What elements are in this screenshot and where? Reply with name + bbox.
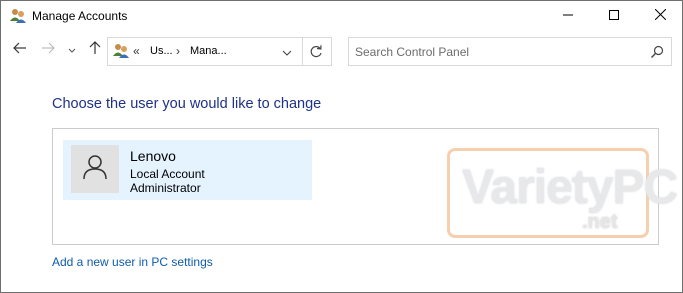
user-icon [82, 154, 108, 185]
users-list-panel: Lenovo Local Account Administrator Varie… [52, 128, 678, 245]
close-button[interactable] [637, 1, 683, 31]
search-input[interactable] [355, 42, 635, 62]
window-title: Manage Accounts [32, 9, 128, 23]
watermark-text: VarietyPC [462, 161, 678, 214]
chevron-down-icon[interactable] [280, 46, 294, 58]
address-bar[interactable]: « Us... › Mana... [107, 37, 332, 66]
forward-button[interactable] [40, 42, 56, 58]
recent-locations-button[interactable] [64, 42, 80, 58]
maximize-icon [609, 7, 619, 25]
user-role: Administrator [130, 181, 201, 195]
user-account-type: Local Account [130, 167, 205, 181]
arrow-left-icon [13, 41, 27, 59]
maximize-button[interactable] [591, 1, 637, 31]
search-box[interactable] [348, 37, 672, 66]
watermark-logo: VarietyPC .net [447, 148, 678, 238]
breadcrumb-overflow-button[interactable]: « [133, 44, 140, 58]
up-button[interactable] [87, 40, 103, 60]
breadcrumb-separator[interactable]: › [176, 44, 180, 58]
minimize-icon [563, 7, 573, 25]
arrow-up-icon [89, 40, 101, 60]
user-tile-lenovo[interactable]: Lenovo Local Account Administrator [63, 140, 312, 200]
watermark-subtext: .net [582, 211, 618, 233]
avatar [71, 145, 119, 193]
users-icon [9, 8, 27, 24]
chevron-down-icon [68, 41, 76, 59]
back-button[interactable] [12, 42, 28, 58]
add-user-link[interactable]: Add a new user in PC settings [52, 255, 213, 269]
close-icon [654, 7, 666, 25]
user-name: Lenovo [130, 148, 176, 164]
search-icon[interactable] [649, 44, 665, 60]
address-divider [302, 38, 303, 65]
breadcrumb-manage-accounts[interactable]: Mana... [190, 45, 227, 57]
arrow-right-icon [41, 41, 55, 59]
refresh-icon[interactable] [308, 44, 324, 60]
minimize-button[interactable] [545, 1, 591, 31]
page-heading: Choose the user you would like to change [52, 96, 322, 112]
manage-accounts-window: Manage Accounts « Us... › Mana... Search… [0, 0, 683, 293]
title-bar[interactable]: Manage Accounts [1, 1, 682, 31]
users-icon [112, 43, 130, 59]
breadcrumb-user-accounts[interactable]: Us... [150, 45, 173, 57]
